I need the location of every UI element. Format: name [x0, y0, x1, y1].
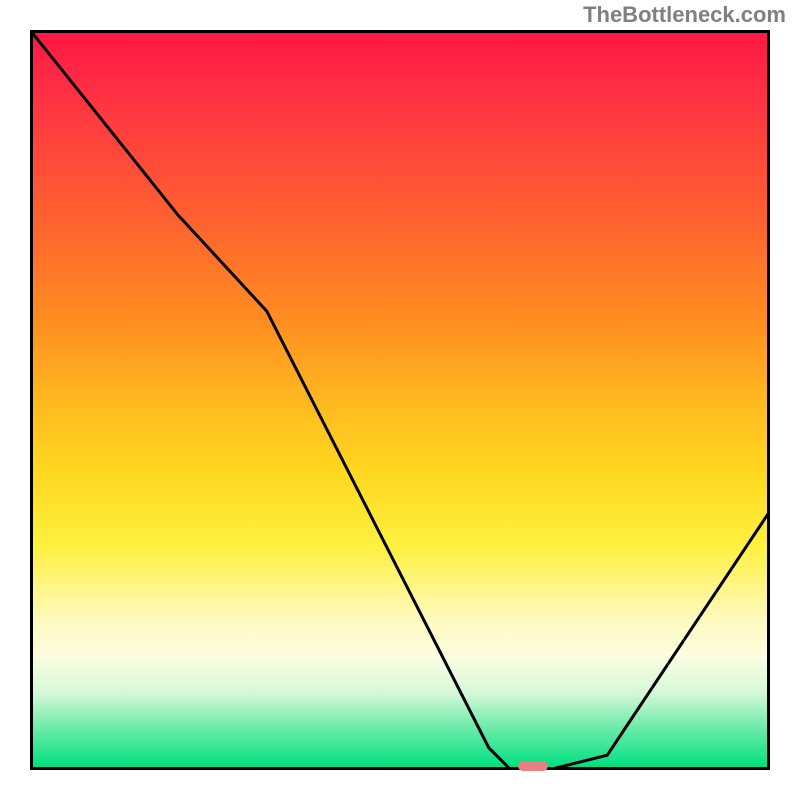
optimal-marker [518, 761, 548, 771]
watermark-text: TheBottleneck.com [583, 2, 786, 28]
bottleneck-curve [30, 30, 770, 770]
chart-frame [30, 30, 770, 770]
chart-svg [30, 30, 770, 770]
